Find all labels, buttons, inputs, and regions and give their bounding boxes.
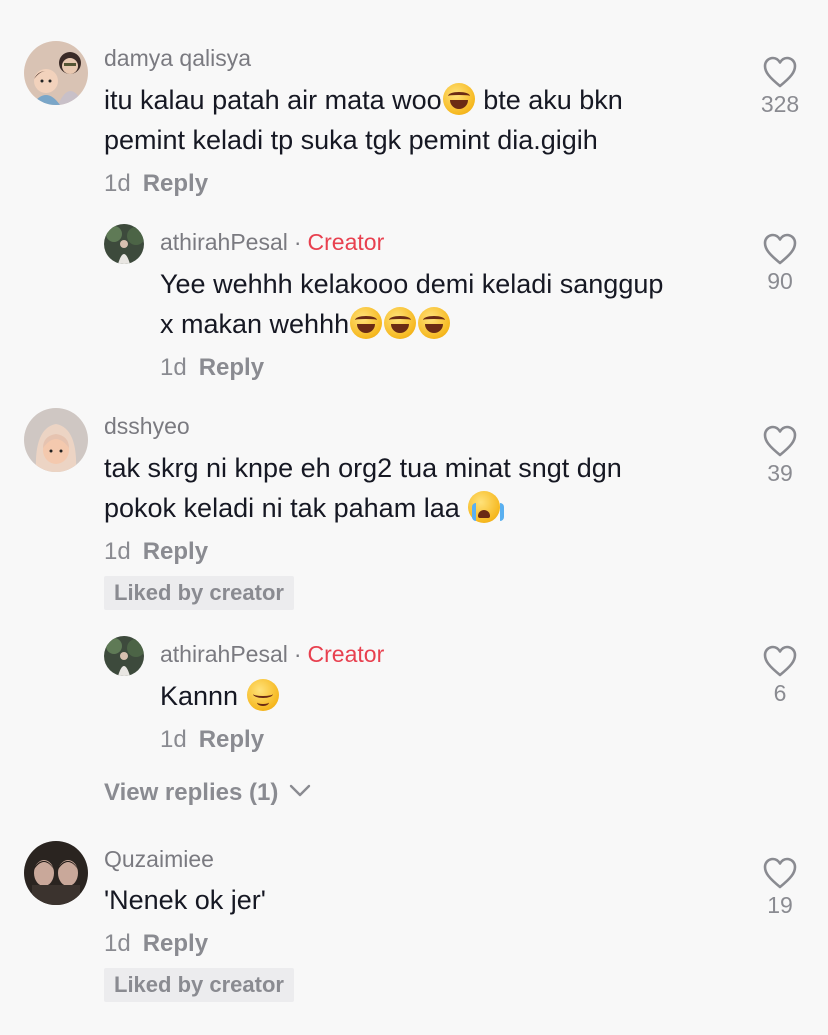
like-count: 39 xyxy=(767,460,793,486)
laughing-emoji-icon xyxy=(418,307,451,339)
username-text[interactable]: athirahPesal xyxy=(160,641,288,667)
comment-text-line: 'Nenek ok jer' xyxy=(104,885,266,915)
like-count: 19 xyxy=(767,892,793,918)
comment-meta: 1d Reply xyxy=(160,726,264,754)
username[interactable]: Quzaimiee xyxy=(104,846,214,873)
comment-text-line: Kannn xyxy=(160,681,246,711)
username[interactable]: damya qalisya xyxy=(104,45,251,72)
comment-text-line: bte aku bkn xyxy=(475,85,623,115)
comment-text: 'Nenek ok jer' xyxy=(104,880,724,920)
reply-button[interactable]: Reply xyxy=(143,930,208,957)
liked-by-creator-badge: Liked by creator xyxy=(104,576,294,610)
heart-icon xyxy=(763,425,797,457)
view-replies-label[interactable]: View replies (1) xyxy=(104,779,278,806)
separator: · xyxy=(293,641,302,667)
comment-text-line: pokok keladi ni tak paham laa xyxy=(104,493,468,523)
heart-icon xyxy=(763,857,797,889)
view-replies-button[interactable]: View replies (1) xyxy=(104,779,311,807)
like-button[interactable]: 90 xyxy=(750,232,810,295)
separator: · xyxy=(293,229,302,255)
avatar[interactable] xyxy=(24,408,88,472)
like-button[interactable]: 328 xyxy=(750,55,810,118)
timestamp: 1d xyxy=(104,170,131,197)
laughing-emoji-icon xyxy=(442,83,475,115)
like-count: 90 xyxy=(767,268,793,294)
comment-meta: 1d Reply xyxy=(104,538,208,566)
laughing-emoji-icon xyxy=(350,307,383,339)
username[interactable]: athirahPesal · Creator xyxy=(160,641,384,668)
reply-button[interactable]: Reply xyxy=(143,170,208,197)
creator-label: Creator xyxy=(307,229,385,255)
reply-button[interactable]: Reply xyxy=(199,354,264,381)
like-button[interactable]: 6 xyxy=(750,644,810,707)
heart-icon xyxy=(763,233,797,265)
comment-text: Kannn xyxy=(160,676,740,716)
reply-button[interactable]: Reply xyxy=(199,726,264,753)
comment-text: Yee wehhh kelakooo demi keladi sanggup x… xyxy=(160,264,740,344)
laughing-emoji-icon xyxy=(384,307,417,339)
comment-meta: 1d Reply xyxy=(160,354,264,382)
comment-text: itu kalau patah air mata woo bte aku bkn… xyxy=(104,80,724,160)
like-count: 328 xyxy=(760,91,800,117)
creator-label: Creator xyxy=(307,641,385,667)
comment-text: tak skrg ni knpe eh org2 tua minat sngt … xyxy=(104,448,724,528)
relieved-emoji-icon xyxy=(246,679,279,711)
comment-meta: 1d Reply xyxy=(104,930,208,958)
heart-icon xyxy=(763,645,797,677)
timestamp: 1d xyxy=(160,726,187,753)
heart-icon xyxy=(763,56,797,88)
comment-text-line: tak skrg ni knpe eh org2 tua minat sngt … xyxy=(104,453,622,483)
username[interactable]: athirahPesal · Creator xyxy=(160,229,384,256)
comment-text-line: itu kalau patah air mata woo xyxy=(104,85,442,115)
like-button[interactable]: 39 xyxy=(750,424,810,487)
avatar[interactable] xyxy=(24,41,88,105)
comment-text-line: Yee wehhh kelakooo demi keladi sanggup xyxy=(160,269,664,299)
comment-meta: 1d Reply xyxy=(104,170,208,198)
username[interactable]: dsshyeo xyxy=(104,413,190,440)
like-button[interactable]: 19 xyxy=(750,856,810,919)
comment-text-line: pemint keladi tp suka tgk pemint dia.gig… xyxy=(104,125,598,155)
avatar[interactable] xyxy=(104,636,144,676)
timestamp: 1d xyxy=(104,538,131,565)
avatar[interactable] xyxy=(104,224,144,264)
crying-emoji-icon xyxy=(468,491,505,523)
timestamp: 1d xyxy=(104,930,131,957)
liked-by-creator-badge: Liked by creator xyxy=(104,968,294,1002)
timestamp: 1d xyxy=(160,354,187,381)
like-count: 6 xyxy=(773,680,787,706)
avatar[interactable] xyxy=(24,841,88,905)
reply-button[interactable]: Reply xyxy=(143,538,208,565)
username-text[interactable]: athirahPesal xyxy=(160,229,288,255)
comment-text-line: x makan wehhh xyxy=(160,309,350,339)
chevron-down-icon xyxy=(289,784,311,797)
